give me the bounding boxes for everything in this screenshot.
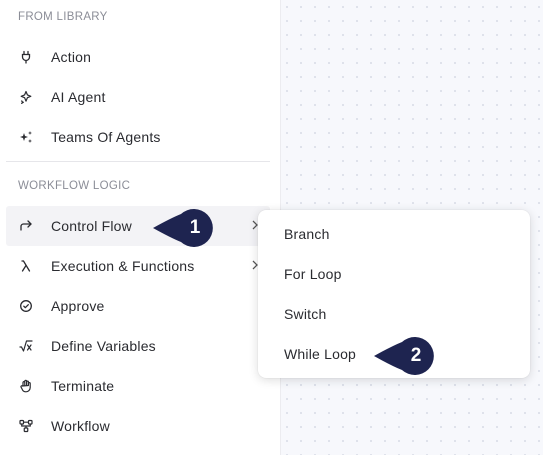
submenu-item-label: While Loop — [284, 346, 357, 362]
sidebar-item-label: Workflow — [51, 418, 110, 434]
sidebar-item-label: AI Agent — [51, 89, 106, 105]
sidebar-item-terminate[interactable]: Terminate — [6, 366, 270, 406]
submenu-item-for-loop[interactable]: For Loop — [258, 254, 530, 294]
step-marker-1: 1 — [153, 208, 215, 248]
sidebar-item-teams-of-agents[interactable]: Teams Of Agents — [6, 117, 270, 157]
hand-icon — [6, 379, 46, 393]
redirect-arrow-icon — [6, 219, 46, 233]
lambda-icon — [6, 259, 46, 273]
sidebar-item-label: Approve — [51, 298, 105, 314]
sidebar-item-action[interactable]: Action — [6, 37, 270, 77]
sidebar-item-label: Terminate — [51, 378, 115, 394]
check-circle-icon — [6, 299, 46, 313]
sidebar-item-label: Execution & Functions — [51, 258, 195, 274]
workflow-nodes-icon — [6, 419, 46, 433]
sidebar-item-approve[interactable]: Approve — [6, 286, 270, 326]
sidebar-item-label: Action — [51, 49, 92, 65]
sidebar: FROM LIBRARY Action AI Agent Teams Of Ag… — [0, 0, 281, 455]
sidebar-item-control-flow[interactable]: Control Flow — [6, 206, 270, 246]
sidebar-item-label: Define Variables — [51, 338, 156, 354]
submenu-item-label: Branch — [284, 226, 330, 242]
submenu-item-switch[interactable]: Switch — [258, 294, 530, 334]
sidebar-item-label: Teams Of Agents — [51, 129, 161, 145]
step-marker-2: 2 — [374, 336, 436, 376]
submenu-item-label: Switch — [284, 306, 327, 322]
step-marker-number: 1 — [189, 217, 201, 238]
section-title-workflow-logic: WORKFLOW LOGIC — [18, 180, 131, 192]
sidebar-item-label: Control Flow — [51, 218, 132, 234]
section-divider — [6, 161, 270, 162]
section-title-library: FROM LIBRARY — [18, 11, 108, 23]
sidebar-item-ai-agent[interactable]: AI Agent — [6, 77, 270, 117]
submenu-item-branch[interactable]: Branch — [258, 214, 530, 254]
plug-icon — [6, 50, 46, 64]
sqrt-x-icon — [6, 339, 46, 353]
sparkle-icon — [6, 90, 46, 104]
submenu-item-label: For Loop — [284, 266, 342, 282]
sidebar-item-define-variables[interactable]: Define Variables — [6, 326, 270, 366]
step-marker-number: 2 — [410, 345, 422, 366]
sparkles-icon — [6, 130, 46, 144]
sidebar-item-workflow[interactable]: Workflow — [6, 406, 270, 446]
sidebar-item-execution-functions[interactable]: Execution & Functions — [6, 246, 270, 286]
